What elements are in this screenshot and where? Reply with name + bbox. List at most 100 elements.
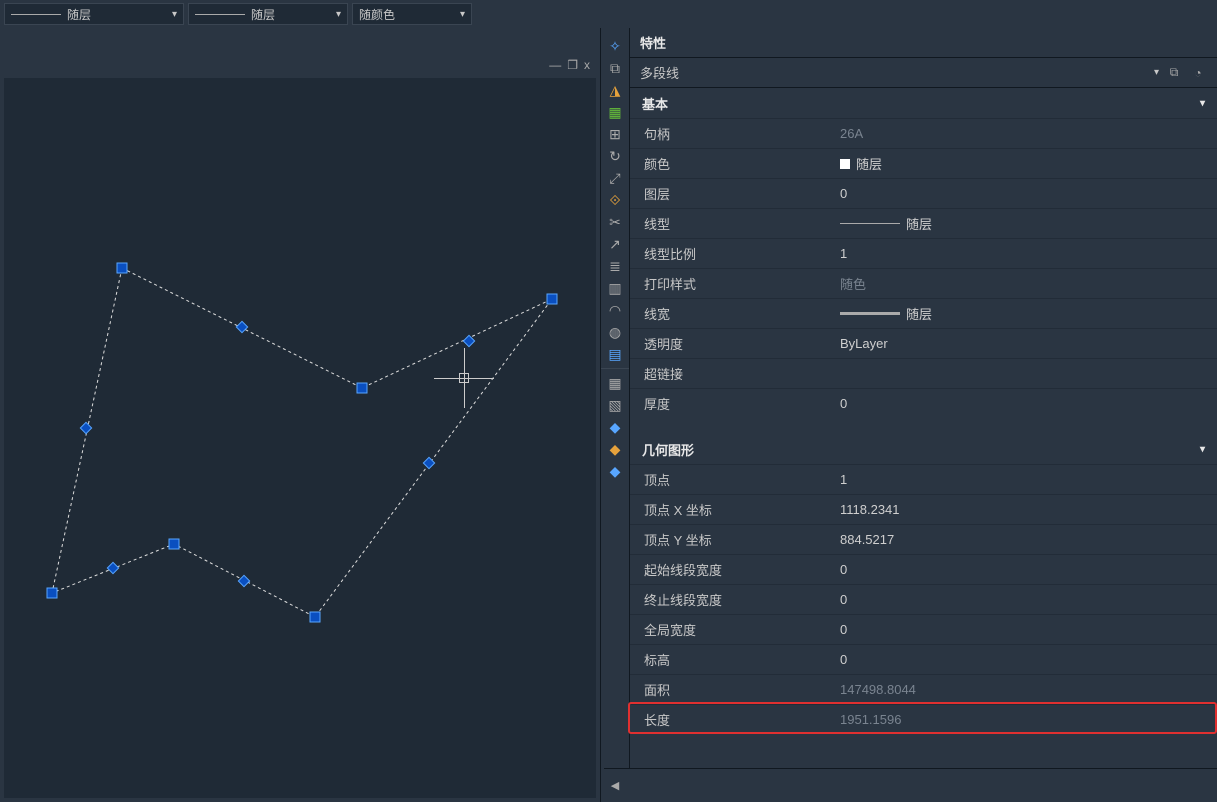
trim-icon[interactable]: ✂ [604,212,626,232]
close-icon[interactable]: x [584,58,590,72]
property-value[interactable]: 0 [840,652,1217,667]
property-row[interactable]: 标高0 [630,644,1217,674]
stretch-icon[interactable]: ⟐ [604,190,626,210]
polyline-svg [4,78,596,798]
property-row[interactable]: 图层0 [630,178,1217,208]
property-key: 面积 [630,680,840,699]
property-value[interactable]: 1951.1596 [840,712,1217,727]
property-value[interactable]: 随层 [840,214,1217,233]
property-value[interactable]: 0 [840,592,1217,607]
bottom-scroll-band: ◀ [604,768,1217,802]
fillet-icon[interactable]: ◠ [604,300,626,320]
section-header[interactable]: 几何图形 [630,434,1217,464]
property-row[interactable]: 面积147498.8044 [630,674,1217,704]
colors-tool-icon[interactable]: ▧ [604,395,626,415]
property-row[interactable]: 线宽随层 [630,298,1217,328]
property-value[interactable]: 0 [840,562,1217,577]
drawing-canvas[interactable] [4,78,596,798]
move-icon[interactable]: ✧ [604,36,626,56]
color-label: 随颜色 [359,6,395,23]
property-row[interactable]: 终止线段宽度0 [630,584,1217,614]
property-key: 线宽 [630,304,840,323]
restore-icon[interactable]: ❐ [567,58,578,72]
property-value[interactable]: 0 [840,622,1217,637]
minimize-icon[interactable]: — [549,58,561,72]
selection-type-dropdown[interactable]: 多段线 [640,63,1159,82]
property-key: 超链接 [630,364,840,383]
property-row[interactable]: 顶点1 [630,464,1217,494]
section-header[interactable]: 基本 [630,88,1217,118]
property-value[interactable]: 0 [840,396,1217,411]
property-key: 透明度 [630,334,840,353]
property-value[interactable]: ByLayer [840,336,1217,351]
property-row[interactable]: 透明度ByLayer [630,328,1217,358]
property-row[interactable]: 全局宽度0 [630,614,1217,644]
property-value[interactable]: 147498.8044 [840,682,1217,697]
property-key: 顶点 Y 坐标 [630,530,840,549]
layer-icon[interactable]: ▤ [604,344,626,364]
property-value[interactable]: 1118.2341 [840,502,1217,517]
property-row[interactable]: 起始线段宽度0 [630,554,1217,584]
property-value[interactable]: 26A [840,126,1217,141]
property-value[interactable]: 随层 [840,154,1217,173]
mirror-icon[interactable]: ◮ [604,80,626,100]
linetype-dropdown[interactable]: 随层 [4,3,184,25]
property-value[interactable]: 884.5217 [840,532,1217,547]
color-dropdown[interactable]: 随颜色 [352,3,472,25]
property-key: 厚度 [630,394,840,413]
property-key: 线型比例 [630,244,840,263]
modify-tool-palette: ✧ ⧉ ◮ ▦ ⊞ ↻ ⤢ ⟐ ✂ ↗ ≣ ▥ ◠ ◍ ▤ ▦ ▧ ◆ ◆ ◆ [600,28,630,802]
sphere-icon[interactable]: ◍ [604,322,626,342]
pattern-icon[interactable]: ▦ [604,102,626,122]
property-row[interactable]: 颜色随层 [630,148,1217,178]
property-row[interactable]: 线型比例1 [630,238,1217,268]
cyan-tool-icon[interactable]: ◆ [604,461,626,481]
property-row[interactable]: 打印样式随色 [630,268,1217,298]
property-value[interactable]: 随色 [840,274,1217,293]
property-row[interactable]: 线型随层 [630,208,1217,238]
property-key: 图层 [630,184,840,203]
selection-type-label: 多段线 [640,63,679,82]
properties-scroll[interactable]: 基本句柄26A颜色随层图层0线型随层线型比例1打印样式随色线宽随层透明度ByLa… [630,88,1217,802]
hatch-icon[interactable]: ▥ [604,278,626,298]
array-icon[interactable]: ⊞ [604,124,626,144]
property-key: 长度 [630,710,840,729]
property-key: 句柄 [630,124,840,143]
property-row[interactable]: 超链接 [630,358,1217,388]
toggle-pim-icon[interactable]: ⧉ [1165,64,1183,82]
blue-tool-icon[interactable]: ◆ [604,417,626,437]
line-sample-icon [195,14,245,15]
viewport-window-controls: — ❐ x [549,58,590,72]
magenta-tool-icon[interactable]: ◆ [604,439,626,459]
property-key: 标高 [630,650,840,669]
properties-panel: 特性 多段线 ⧉ ◔ 基本句柄26A颜色随层图层0线型随层线型比例1打印样式随色… [630,28,1217,802]
property-row[interactable]: 顶点 Y 坐标884.5217 [630,524,1217,554]
property-value[interactable]: 0 [840,186,1217,201]
lineweight-dropdown[interactable]: 随层 [188,3,348,25]
quick-select-icon[interactable]: ◔ [1189,64,1207,82]
property-value[interactable]: 1 [840,472,1217,487]
top-toolbar: 随层 随层 随颜色 [0,0,1217,28]
property-key: 线型 [630,214,840,233]
separator [601,368,629,369]
scale-icon[interactable]: ⤢ [604,168,626,188]
property-key: 终止线段宽度 [630,590,840,609]
property-key: 颜色 [630,154,840,173]
property-row[interactable]: 长度1951.1596 [630,704,1217,734]
lineweight-label: 随层 [251,6,275,23]
drawing-viewport[interactable]: — ❐ x [0,28,600,802]
scroll-left-icon[interactable]: ◀ [604,769,626,802]
draworder-icon[interactable]: ≣ [604,256,626,276]
property-value[interactable]: 1 [840,246,1217,261]
property-row[interactable]: 厚度0 [630,388,1217,418]
layers-tool-icon[interactable]: ▦ [604,373,626,393]
property-key: 顶点 [630,470,840,489]
copy-icon[interactable]: ⧉ [604,58,626,78]
extend-icon[interactable]: ↗ [604,234,626,254]
property-row[interactable]: 顶点 X 坐标1118.2341 [630,494,1217,524]
property-row[interactable]: 句柄26A [630,118,1217,148]
properties-title: 特性 [630,28,1217,58]
rotate-icon[interactable]: ↻ [604,146,626,166]
property-value[interactable]: 随层 [840,304,1217,323]
property-key: 顶点 X 坐标 [630,500,840,519]
